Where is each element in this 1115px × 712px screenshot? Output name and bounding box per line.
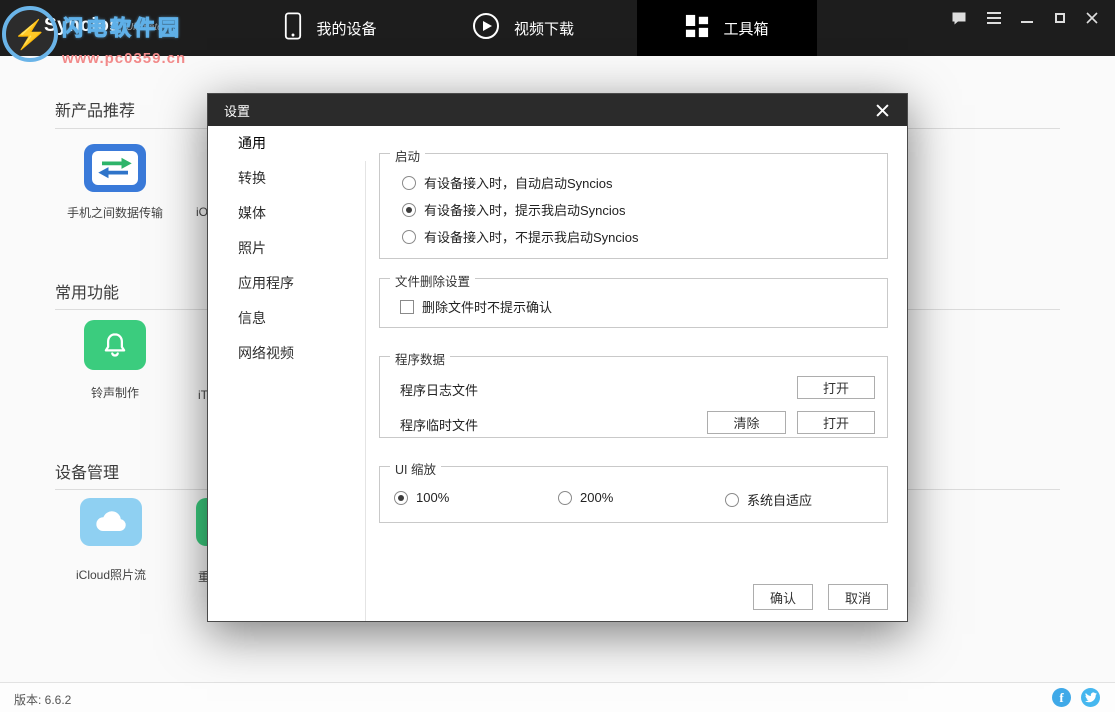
startup-legend: 启动 <box>390 146 425 165</box>
settings-nav-convert[interactable]: 转换 <box>208 161 365 196</box>
version-label: 版本: 6.6.2 <box>14 691 71 708</box>
settings-dialog: 设置 通用 转换 媒体 照片 应用程序 信息 网络视频 启动 <box>207 93 908 622</box>
bell-icon <box>84 320 146 370</box>
radio-auto-start[interactable]: 有设备接入时，自动启动Syncios <box>402 173 613 192</box>
dialog-body: 通用 转换 媒体 照片 应用程序 信息 网络视频 启动 有设备接入时，自动启动S… <box>208 126 907 621</box>
transfer-icon <box>84 144 146 192</box>
cancel-button[interactable]: 取消 <box>828 584 888 610</box>
radio-label: 有设备接入时，提示我启动Syncios <box>424 200 626 219</box>
tool-phone-transfer[interactable]: 手机之间数据传输 <box>53 144 177 221</box>
settings-nav-general[interactable]: 通用 <box>208 126 365 161</box>
radio-no-prompt-start[interactable]: 有设备接入时，不提示我启动Syncios <box>402 227 639 246</box>
cloud-icon <box>80 498 142 546</box>
radio-prompt-start[interactable]: 有设备接入时，提示我启动Syncios <box>402 200 626 219</box>
dialog-close-icon[interactable] <box>873 101 891 119</box>
hamburger-lines <box>987 12 1001 24</box>
tab-label: 我的设备 <box>316 18 376 39</box>
settings-nav-photos[interactable]: 照片 <box>208 231 365 266</box>
tool-label: iCloud照片流 <box>49 566 173 583</box>
dialog-titlebar: 设置 <box>208 94 907 126</box>
radio-scale-200[interactable]: 200% <box>558 490 613 505</box>
minimize-button[interactable] <box>1018 9 1036 27</box>
radio-label: 有设备接入时，自动启动Syncios <box>424 173 613 192</box>
radio-icon-checked[interactable] <box>394 491 408 505</box>
settings-nav-messages[interactable]: 信息 <box>208 301 365 336</box>
radio-label: 200% <box>580 490 613 505</box>
tab-video-download[interactable]: 视频下载 <box>428 0 618 56</box>
facebook-icon[interactable]: f <box>1052 688 1071 707</box>
program-data-legend: 程序数据 <box>390 349 450 368</box>
settings-nav-online-video[interactable]: 网络视频 <box>208 336 365 371</box>
file-delete-group: 文件删除设置 删除文件时不提示确认 <box>379 278 888 328</box>
titlebar: Syncios Ultimate 我的设备 视频下载 工具箱 <box>0 0 1115 56</box>
twitter-icon[interactable] <box>1081 688 1100 707</box>
tab-label: 工具箱 <box>723 18 768 39</box>
play-icon <box>472 12 500 44</box>
tab-label: 视频下载 <box>514 18 574 39</box>
grid-icon <box>685 14 709 42</box>
close-window-button[interactable] <box>1083 9 1101 27</box>
startup-group: 启动 有设备接入时，自动启动Syncios 有设备接入时，提示我启动Syncio… <box>379 153 888 259</box>
ui-scale-legend: UI 缩放 <box>390 459 441 478</box>
dialog-title: 设置 <box>224 101 250 120</box>
settings-content: 启动 有设备接入时，自动启动Syncios 有设备接入时，提示我启动Syncio… <box>366 126 907 621</box>
program-data-group: 程序数据 程序日志文件 打开 程序临时文件 清除 打开 <box>379 356 888 438</box>
tool-label: 铃声制作 <box>53 384 177 401</box>
clear-temp-button[interactable]: 清除 <box>707 411 786 434</box>
tool-icloud-photostream[interactable]: iCloud照片流 <box>49 498 173 583</box>
tab-toolbox[interactable]: 工具箱 <box>637 0 817 56</box>
tool-label: 手机之间数据传输 <box>53 204 177 221</box>
section-title-common-functions: 常用功能 <box>55 279 119 303</box>
checkbox-no-confirm-delete[interactable]: 删除文件时不提示确认 <box>400 297 552 316</box>
temp-files-label: 程序临时文件 <box>400 415 478 434</box>
menu-icon[interactable] <box>985 9 1003 27</box>
checkbox-icon[interactable] <box>400 300 414 314</box>
open-temp-button[interactable]: 打开 <box>797 411 875 434</box>
log-files-label: 程序日志文件 <box>400 380 478 399</box>
maximize-button[interactable] <box>1051 9 1069 27</box>
radio-label: 系统自适应 <box>747 490 812 509</box>
confirm-button[interactable]: 确认 <box>753 584 813 610</box>
status-bar: 版本: 6.6.2 f <box>0 682 1115 712</box>
section-title-new-products: 新产品推荐 <box>55 97 135 121</box>
radio-label: 100% <box>416 490 449 505</box>
tool-ringtone-maker[interactable]: 铃声制作 <box>53 320 177 401</box>
radio-scale-auto[interactable]: 系统自适应 <box>725 490 812 509</box>
app-logo: Syncios <box>44 15 120 37</box>
app-window: Syncios Ultimate 我的设备 视频下载 工具箱 <box>0 0 1115 712</box>
radio-icon[interactable] <box>725 493 739 507</box>
checkbox-label: 删除文件时不提示确认 <box>422 297 552 316</box>
radio-label: 有设备接入时，不提示我启动Syncios <box>424 227 639 246</box>
ui-scale-group: UI 缩放 100% 200% 系统自适应 <box>379 466 888 523</box>
radio-scale-100[interactable]: 100% <box>394 490 449 505</box>
open-log-button[interactable]: 打开 <box>797 376 875 399</box>
file-delete-legend: 文件删除设置 <box>390 271 475 290</box>
radio-icon[interactable] <box>402 230 416 244</box>
radio-icon[interactable] <box>402 176 416 190</box>
settings-nav-apps[interactable]: 应用程序 <box>208 266 365 301</box>
settings-nav-media[interactable]: 媒体 <box>208 196 365 231</box>
phone-icon <box>284 11 302 45</box>
settings-nav: 通用 转换 媒体 照片 应用程序 信息 网络视频 <box>208 126 366 621</box>
tab-my-device[interactable]: 我的设备 <box>238 0 423 56</box>
section-title-device-management: 设备管理 <box>55 459 119 483</box>
radio-icon-checked[interactable] <box>402 203 416 217</box>
app-edition: Ultimate <box>126 22 163 33</box>
radio-icon[interactable] <box>558 491 572 505</box>
feedback-icon[interactable] <box>950 9 968 27</box>
